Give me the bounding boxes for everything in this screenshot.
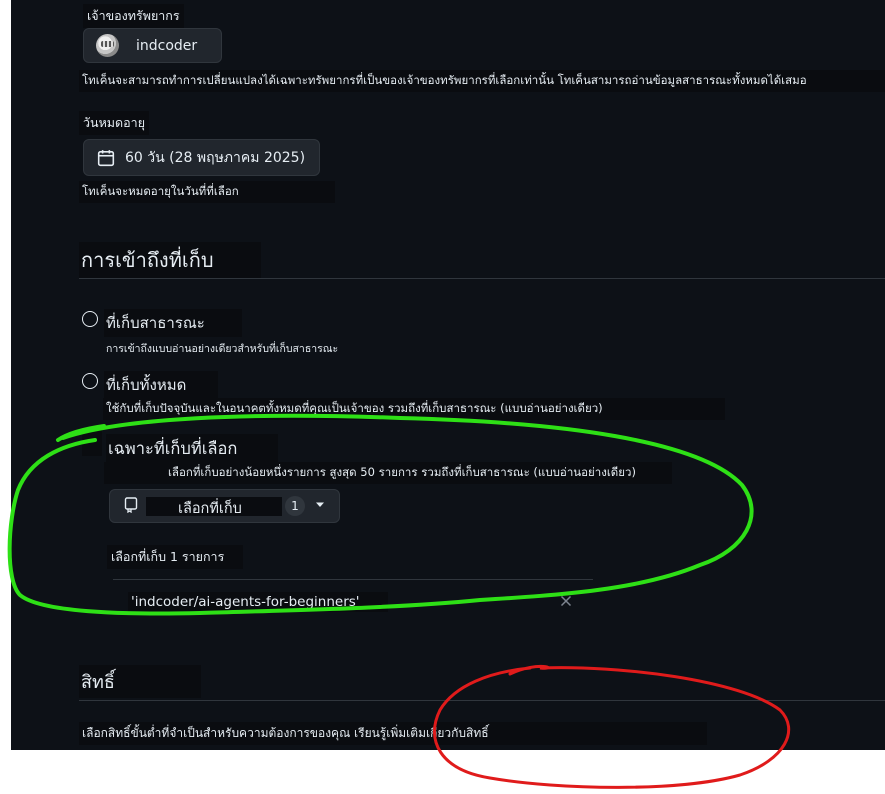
permissions-help: เลือกสิทธิ์ขั้นต่ำที่จำเป็นสำหรับความต้อ… — [79, 722, 707, 745]
permissions-divider — [79, 700, 885, 701]
permissions-title: สิทธิ์ — [79, 665, 201, 698]
expiration-label: วันหมดอายุ — [79, 111, 150, 135]
resource-owner-help: โทเค็นจะสามารถทำการเปลี่ยนแปลงได้เฉพาะทร… — [79, 70, 885, 92]
option-all-description: ใช้กับที่เก็บปัจจุบันและในอนาคตทั้งหมดที… — [103, 398, 725, 420]
option-all-label: ที่เก็บทั้งหมด — [104, 371, 218, 399]
option-public-description: การเข้าถึงแบบอ่านอย่างเดียวสำหรับที่เก็บ… — [106, 343, 339, 355]
option-selected-label: เฉพาะที่เก็บที่เลือก — [106, 434, 278, 464]
avatar — [96, 34, 119, 57]
triangle-down-icon — [316, 502, 324, 507]
radio-all-repos[interactable] — [82, 373, 98, 389]
owner-username: indcoder — [136, 37, 198, 54]
expiration-dropdown[interactable]: 60 วัน (28 พฤษภาคม 2025) — [83, 139, 320, 176]
list-divider — [113, 579, 593, 580]
calendar-icon — [97, 149, 115, 166]
resource-owner-label: เจ้าของทรัพยากร — [83, 4, 184, 28]
resource-owner-dropdown[interactable]: indcoder — [83, 28, 222, 63]
close-icon[interactable] — [560, 595, 572, 607]
radio-public-repos[interactable] — [82, 311, 98, 327]
radio-selected-repos[interactable] — [82, 430, 102, 456]
expiration-value: 60 วัน (28 พฤษภาคม 2025) — [125, 149, 306, 166]
repo-access-title: การเข้าถึงที่เก็บ — [79, 242, 261, 278]
option-public-label: ที่เก็บสาธารณะ — [104, 309, 242, 337]
repo-icon — [124, 497, 138, 513]
selected-repos-summary: เลือกที่เก็บ 1 รายการ — [107, 545, 243, 569]
section-divider — [79, 278, 885, 279]
select-repositories-label: เลือกที่เก็บ — [178, 501, 242, 517]
expiration-help: โทเค็นจะหมดอายุในวันที่ที่เลือก — [79, 181, 335, 203]
selected-count-badge: 1 — [285, 496, 305, 516]
option-selected-description: เลือกที่เก็บอย่างน้อยหนึ่งรายการ สูงสุด … — [104, 462, 672, 484]
selected-repo-item: 'indcoder/ai-agents-for-beginners' — [128, 592, 388, 612]
